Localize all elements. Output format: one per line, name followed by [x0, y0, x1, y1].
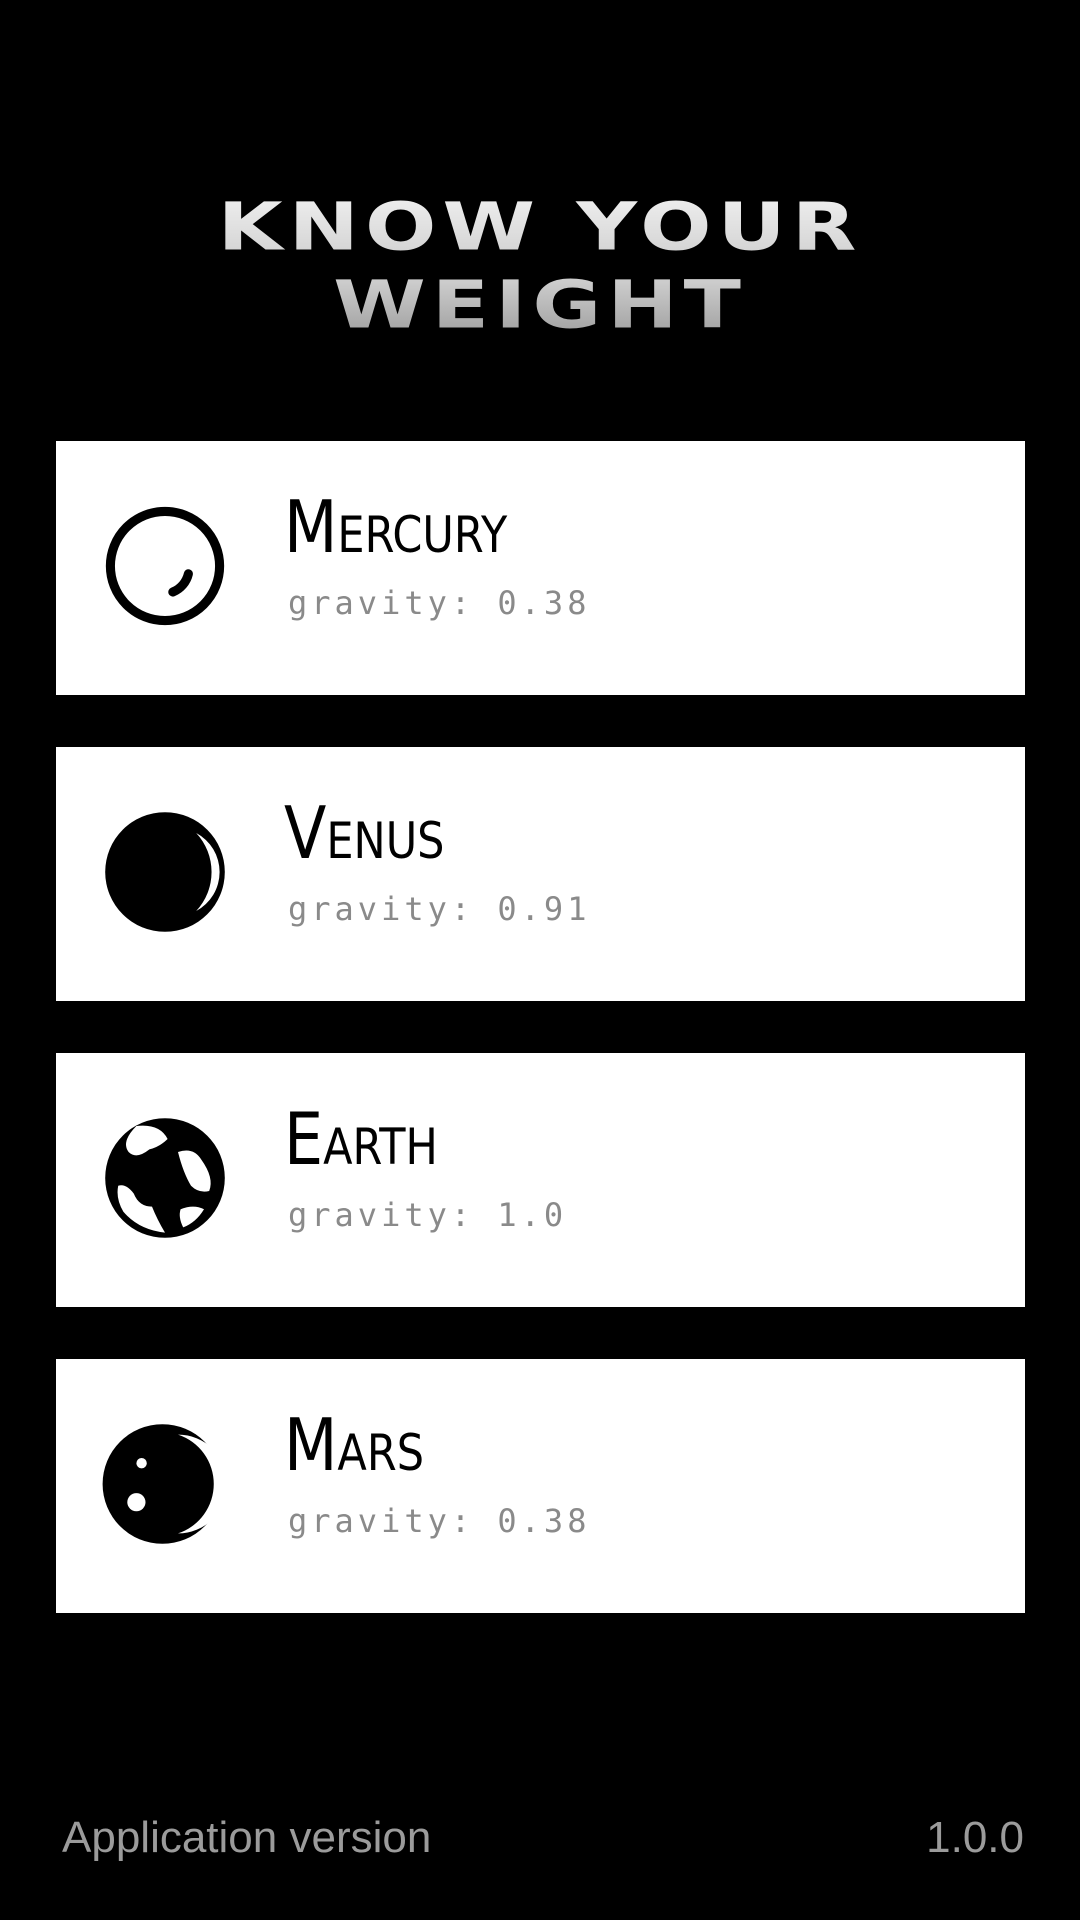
- earth-icon: [100, 1113, 230, 1243]
- planet-card-venus[interactable]: Venus gravity: 0.91: [56, 747, 1025, 1001]
- mars-icon: [100, 1419, 230, 1549]
- planet-name: Venus: [284, 791, 445, 875]
- planet-name: Mars: [284, 1403, 425, 1487]
- version-label: Application version: [62, 1813, 432, 1862]
- planet-card-mars[interactable]: Mars gravity: 0.38: [56, 1359, 1025, 1613]
- mercury-icon: [100, 501, 230, 631]
- planet-gravity: gravity: 0.38: [288, 584, 591, 622]
- venus-icon: [100, 807, 230, 937]
- app-title: Know your weight: [0, 188, 1080, 344]
- planet-gravity: gravity: 1.0: [288, 1196, 568, 1234]
- planet-name: Mercury: [284, 485, 508, 569]
- planet-name: Earth: [284, 1097, 438, 1181]
- planet-card-mercury[interactable]: Mercury gravity: 0.38: [56, 441, 1025, 695]
- planet-card-earth[interactable]: Earth gravity: 1.0: [56, 1053, 1025, 1307]
- footer: Application version 1.0.0: [62, 1810, 1024, 1866]
- planet-list: Mercury gravity: 0.38 Venus gravity: 0.9…: [56, 441, 1025, 1665]
- planet-gravity: gravity: 0.91: [288, 890, 591, 928]
- planet-gravity: gravity: 0.38: [288, 1502, 591, 1540]
- version-value: 1.0.0: [926, 1813, 1024, 1862]
